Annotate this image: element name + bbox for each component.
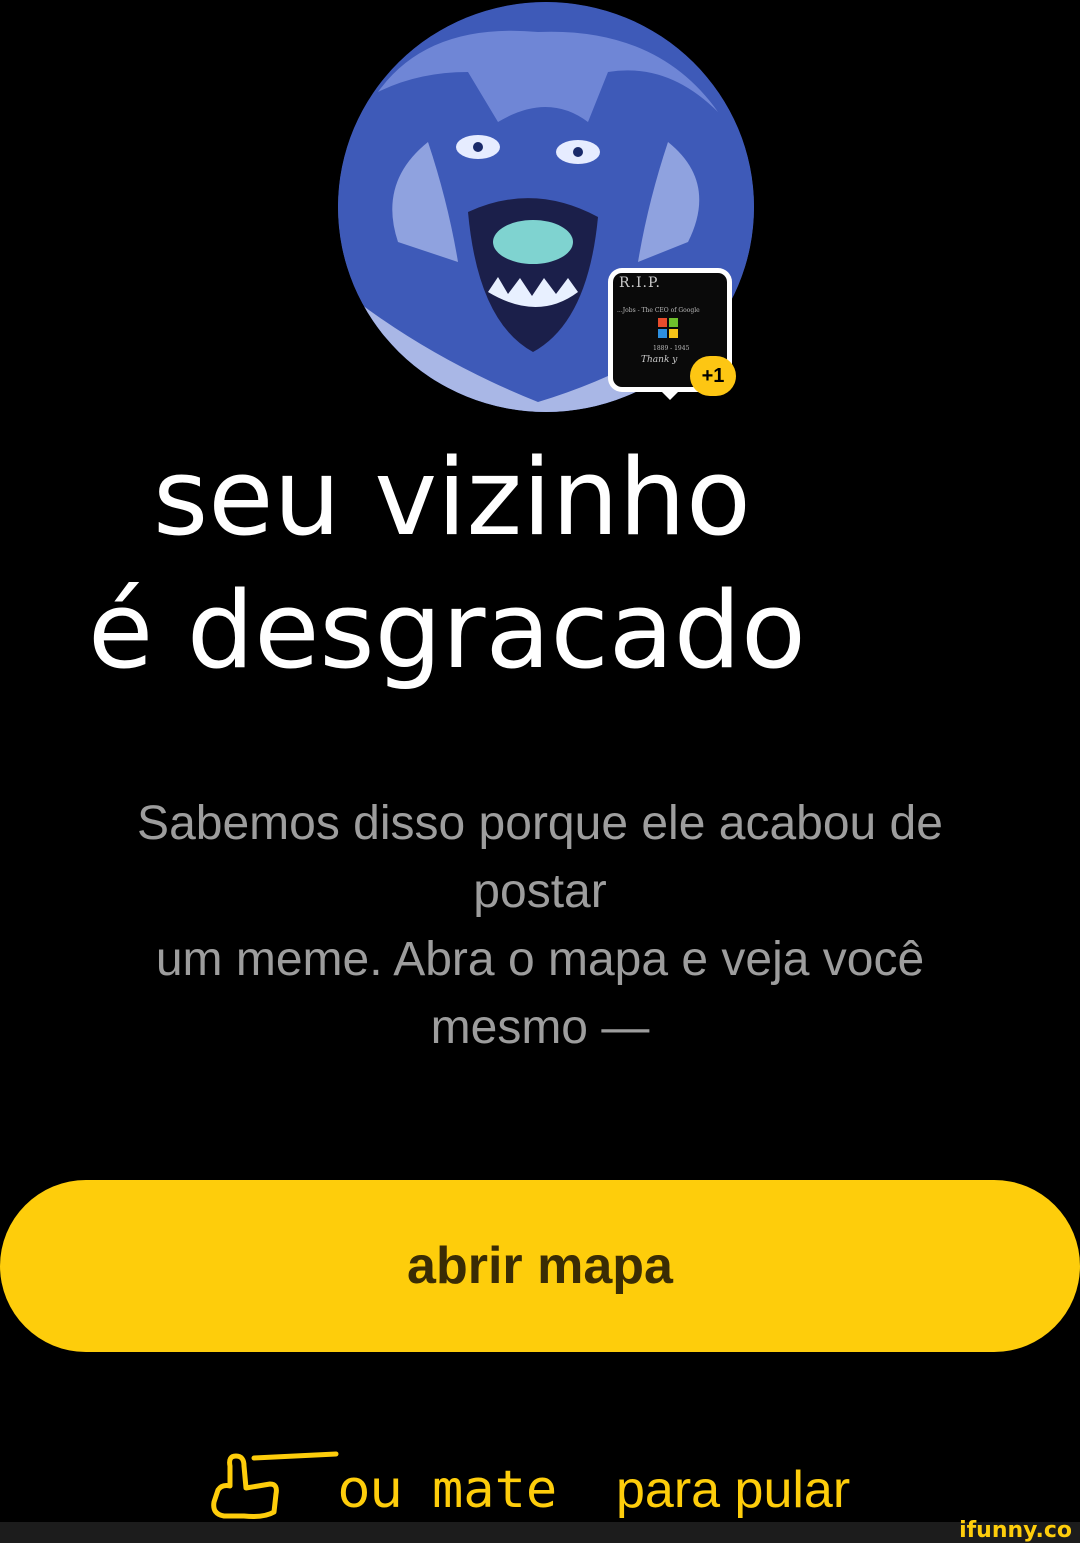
headline-line-1: seu vizinho xyxy=(153,436,751,559)
windows-logo-icon xyxy=(658,318,678,338)
thumbnail-thanks: Thank y xyxy=(641,355,678,365)
open-map-button[interactable]: abrir mapa xyxy=(0,1180,1080,1352)
description-line: mesmo — xyxy=(430,1001,650,1054)
description: Sabemos disso porque ele acabou de posta… xyxy=(20,790,1060,1062)
footer-bar xyxy=(0,1522,1080,1543)
description-line: postar xyxy=(473,865,607,918)
swipe-hand-icon xyxy=(211,1451,339,1519)
count-badge: +1 xyxy=(690,356,736,396)
description-line: um meme. Abra o mapa e veja você xyxy=(155,933,925,986)
thumbnail-years: 1889 - 1945 xyxy=(653,345,690,352)
skip-text-mate: mate xyxy=(432,1460,558,1520)
thumbnail-pointer xyxy=(660,390,680,400)
skip-text-ou: ou xyxy=(338,1460,403,1520)
skip-row[interactable]: ou mate para pular xyxy=(0,1451,1080,1526)
thumbnail-caption: ...Jobs - The CEO of Google xyxy=(617,307,700,314)
skip-text-rest: para pular xyxy=(616,1461,851,1519)
thumbnail-title: R.I.P. xyxy=(619,275,662,291)
description-line: Sabemos disso porque ele acabou de xyxy=(137,797,943,850)
headline-line-2: é desgracado xyxy=(88,569,806,692)
watermark: ifunny.co xyxy=(959,1518,1072,1543)
